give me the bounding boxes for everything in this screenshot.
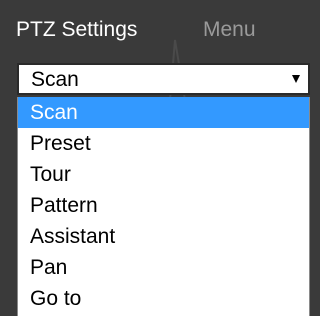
mode-select[interactable]: Scan — [17, 63, 310, 95]
tab-bar: PTZ Settings Menu — [0, 0, 314, 58]
option-preset[interactable]: Preset — [18, 128, 309, 159]
option-scan[interactable]: Scan — [18, 97, 309, 128]
option-pattern[interactable]: Pattern — [18, 190, 309, 221]
option-assistant[interactable]: Assistant — [18, 221, 309, 252]
mode-select-value: Scan — [31, 68, 79, 91]
dropdown-arrow-icon[interactable] — [292, 75, 300, 83]
mode-dropdown-list: Scan Preset Tour Pattern Assistant Pan G… — [17, 97, 310, 316]
tab-menu[interactable]: Menu — [203, 18, 256, 42]
option-pan[interactable]: Pan — [18, 252, 309, 283]
option-go-to[interactable]: Go to — [18, 283, 309, 314]
tab-ptz-settings[interactable]: PTZ Settings — [16, 18, 137, 42]
option-tour[interactable]: Tour — [18, 159, 309, 190]
